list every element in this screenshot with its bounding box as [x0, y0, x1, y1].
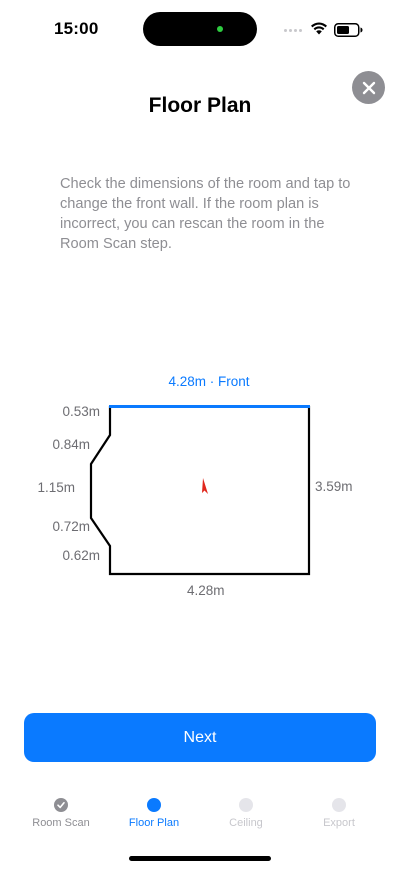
dimension-left-top: 0.53m — [62, 404, 100, 419]
close-icon — [362, 81, 375, 94]
next-button[interactable]: Next — [24, 713, 376, 762]
dimension-bottom: 4.28m — [187, 583, 225, 598]
dimension-left-upper-diagonal: 0.84m — [52, 437, 90, 452]
step-dot — [239, 798, 253, 812]
home-indicator — [129, 856, 271, 861]
step-label: Ceiling — [229, 817, 263, 829]
checkmark-icon — [54, 798, 68, 812]
step-room-scan[interactable]: Room Scan — [11, 796, 111, 829]
wifi-icon — [311, 22, 327, 35]
battery-icon — [334, 23, 363, 37]
location-arrow-icon — [202, 478, 208, 494]
instructions-text: Check the dimensions of the room and tap… — [60, 176, 351, 252]
dynamic-island — [143, 12, 257, 46]
room-walls — [89, 406, 311, 576]
cellular-signal-icon — [284, 27, 306, 33]
step-current-dot — [147, 798, 161, 812]
step-dot — [332, 798, 346, 812]
step-label: Room Scan — [32, 817, 90, 829]
status-icons — [284, 20, 366, 40]
status-time: 15:00 — [54, 19, 99, 38]
step-label: Export — [323, 817, 355, 829]
floor-plan: 4.28m · Front 0.53m 0.84m 1.15m 0.72m 0.… — [0, 360, 400, 610]
page-title: Floor Plan — [148, 94, 252, 117]
camera-indicator-dot — [217, 26, 223, 32]
dimension-left-middle: 1.15m — [37, 480, 75, 495]
step-floor-plan[interactable]: Floor Plan — [104, 796, 204, 829]
step-ceiling: Ceiling — [196, 796, 296, 829]
step-progress: Room Scan Floor Plan Ceiling Export — [0, 796, 400, 836]
dimension-left-bottom: 0.62m — [62, 548, 100, 563]
step-export: Export — [289, 796, 389, 829]
step-label: Floor Plan — [128, 817, 180, 829]
dimension-right: 3.59m — [315, 479, 353, 494]
dimension-left-lower-diagonal: 0.72m — [52, 519, 90, 534]
